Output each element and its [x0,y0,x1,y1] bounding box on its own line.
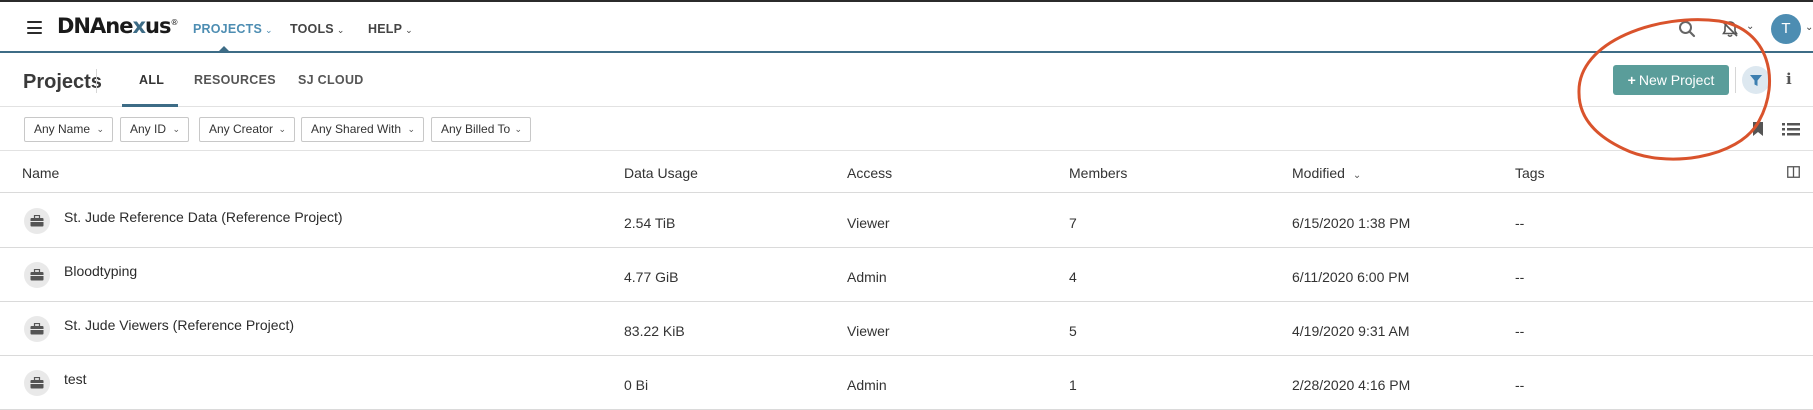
filter-label: Any Shared With [311,122,402,136]
projects-header: Projects ALL RESOURCES SJ CLOUD + New Pro… [0,55,1813,107]
active-nav-caret [218,46,230,52]
filter-toggle-button[interactable] [1742,66,1770,94]
info-icon[interactable]: i [1786,70,1792,88]
table-row[interactable]: St. Jude Reference Data (Reference Proje… [0,194,1813,248]
bell-icon[interactable] [1720,19,1740,39]
access-cell: Admin [847,377,887,393]
list-view-icon[interactable] [1782,123,1800,136]
column-header-name[interactable]: Name [22,165,59,181]
project-name-link[interactable]: test [64,371,87,387]
data-usage-cell: 4.77 GiB [624,269,679,285]
filter-creator-dropdown[interactable]: Any Creator ⌄ [199,117,295,142]
chevron-down-icon: ⌄ [407,124,415,134]
nav-help-label: HELP [368,22,403,36]
project-icon [24,370,50,396]
column-settings-icon[interactable] [1787,166,1800,178]
column-header-tags[interactable]: Tags [1515,165,1545,181]
data-usage-cell: 83.22 KiB [624,323,685,339]
user-avatar[interactable]: T [1771,14,1801,44]
members-cell: 4 [1069,269,1077,285]
access-cell: Viewer [847,323,890,339]
tags-cell: -- [1515,377,1525,393]
column-header-data-usage[interactable]: Data Usage [624,165,698,181]
modified-cell: 4/19/2020 9:31 AM [1292,323,1410,339]
filter-label: Any Billed To [441,122,511,136]
modified-cell: 2/28/2020 4:16 PM [1292,377,1411,393]
filter-name-dropdown[interactable]: Any Name ⌄ [24,117,113,142]
nav-projects-label: PROJECTS [193,22,262,36]
chevron-down-icon: ⌄ [336,25,345,35]
tags-cell: -- [1515,215,1525,231]
filter-shared-with-dropdown[interactable]: Any Shared With ⌄ [301,117,424,142]
modified-cell: 6/11/2020 6:00 PM [1292,269,1410,285]
bookmark-icon[interactable] [1752,121,1764,137]
new-project-button[interactable]: + New Project [1613,65,1729,95]
page-title: Projects [23,71,102,93]
divider [96,69,97,93]
nav-tools[interactable]: TOOLS ⌄ [290,22,345,36]
hamburger-menu-icon[interactable] [27,21,42,34]
tab-all[interactable]: ALL [139,73,164,87]
plus-icon: + [1627,72,1636,88]
project-name-link[interactable]: Bloodtyping [64,263,137,279]
chevron-down-icon: ⌄ [278,124,286,134]
access-cell: Admin [847,269,887,285]
column-header-access[interactable]: Access [847,165,892,181]
divider [1735,67,1736,93]
top-navbar: DNAnexus® PROJECTS ⌄ TOOLS ⌄ HELP ⌄ ⌄ T ⌄ [0,0,1813,53]
project-icon [24,262,50,288]
members-cell: 5 [1069,323,1077,339]
nav-projects[interactable]: PROJECTS ⌄ [193,22,273,36]
chevron-down-icon: ⌄ [172,124,180,134]
search-icon[interactable] [1678,20,1696,38]
filter-bar: Any Name ⌄ Any ID ⌄ Any Creator ⌄ Any Share… [0,107,1813,151]
briefcase-icon [30,323,44,335]
nav-help[interactable]: HELP ⌄ [368,22,413,36]
briefcase-icon [30,215,44,227]
project-icon [24,208,50,234]
filter-id-dropdown[interactable]: Any ID ⌄ [120,117,189,142]
chevron-down-icon[interactable]: ⌄ [1746,21,1754,32]
members-cell: 7 [1069,215,1077,231]
chevron-down-icon[interactable]: ⌄ [1805,22,1813,33]
nav-tools-label: TOOLS [290,22,334,36]
project-icon [24,316,50,342]
tab-resources[interactable]: RESOURCES [194,73,276,87]
data-usage-cell: 0 Bi [624,377,649,393]
chevron-down-icon: ⌄ [96,124,104,134]
column-header-modified[interactable]: Modified ⌄ [1292,165,1361,181]
briefcase-icon [30,269,44,281]
filter-billed-to-dropdown[interactable]: Any Billed To ⌄ [431,117,531,142]
project-name-link[interactable]: St. Jude Viewers (Reference Project) [64,317,294,333]
tags-cell: -- [1515,269,1525,285]
funnel-icon [1750,75,1762,86]
tab-sj-cloud[interactable]: SJ CLOUD [298,73,364,87]
chevron-down-icon: ⌄ [405,25,413,35]
project-name-link[interactable]: St. Jude Reference Data (Reference Proje… [64,209,343,225]
column-header-modified-label: Modified [1292,165,1345,181]
data-usage-cell: 2.54 TiB [624,215,676,231]
table-row[interactable]: test 0 Bi Admin 1 2/28/2020 4:16 PM -- [0,356,1813,410]
filter-label: Any Creator [209,122,274,136]
filter-label: Any Name [34,122,91,136]
members-cell: 1 [1069,377,1077,393]
briefcase-icon [30,377,44,389]
chevron-down-icon: ⌄ [514,124,522,134]
table-row[interactable]: Bloodtyping 4.77 GiB Admin 4 6/11/2020 6:00 … [0,248,1813,302]
tags-cell: -- [1515,323,1525,339]
table-header: Name Data Usage Access Members Modified ⌄… [0,151,1813,193]
new-project-label: New Project [1638,72,1715,88]
chevron-down-icon: ⌄ [264,25,273,35]
column-header-members[interactable]: Members [1069,165,1127,181]
table-row[interactable]: St. Jude Viewers (Reference Project) 83.2… [0,302,1813,356]
filter-label: Any ID [130,122,167,136]
access-cell: Viewer [847,215,890,231]
modified-cell: 6/15/2020 1:38 PM [1292,215,1411,231]
dnanexus-logo[interactable]: DNAnexus® [57,14,178,38]
sort-chevron-down-icon: ⌄ [1352,170,1362,181]
